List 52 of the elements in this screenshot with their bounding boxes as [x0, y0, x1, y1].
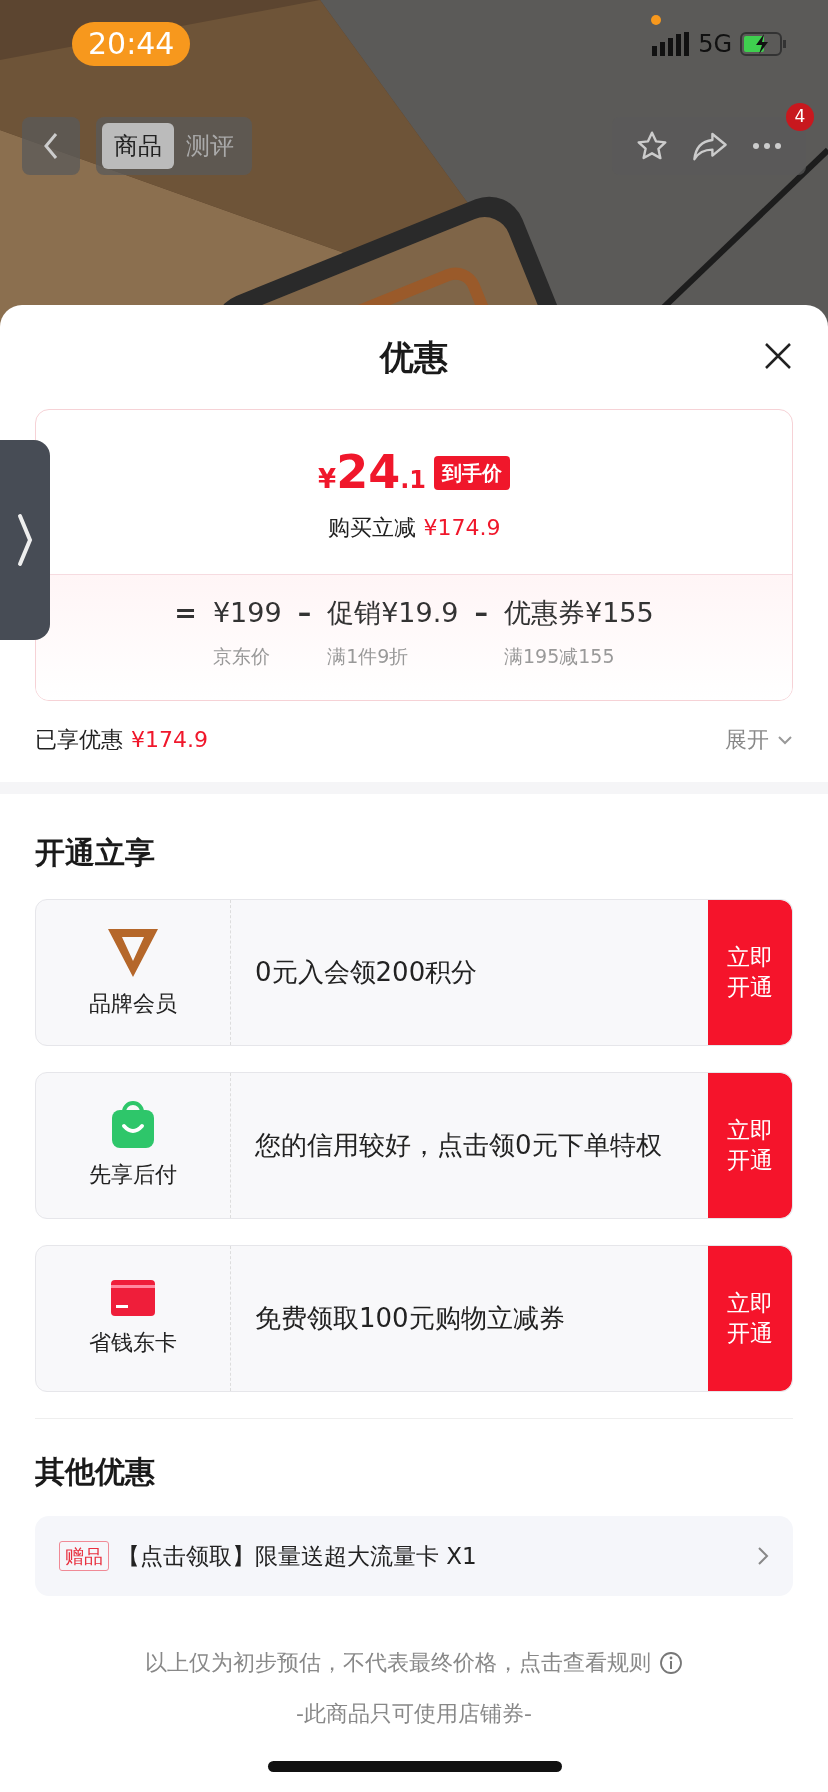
enjoyed-label: 已享优惠: [35, 726, 123, 754]
savings-label: 购买立减: [327, 514, 416, 542]
expand-button[interactable]: 展开: [725, 723, 793, 756]
offer-text: 【点击领取】限量送超大流量卡 X1: [117, 1541, 478, 1571]
status-time: 20:44: [72, 22, 191, 66]
chevron-down-icon: [777, 734, 793, 745]
benefit-name: 先享后付: [89, 1161, 177, 1189]
tab[interactable]: 测评: [174, 123, 246, 169]
gift-tag: 赠品: [59, 1540, 109, 1572]
offer-row[interactable]: 赠品 【点击领取】限量送超大流量卡 X1: [35, 1516, 793, 1596]
disclaimer-text: 以上仅为初步预估，不代表最终价格，点击查看规则: [145, 1649, 651, 1677]
star-icon[interactable]: [636, 130, 668, 162]
savings-amount: ¥174.9: [423, 514, 501, 542]
price-note: 满1件9折: [327, 643, 410, 669]
benefit-description: 免费领取100元购物立减券: [254, 1301, 566, 1335]
info-icon[interactable]: [659, 1650, 683, 1675]
tab[interactable]: 商品: [102, 123, 174, 169]
close-button[interactable]: [763, 341, 793, 371]
section-title: 开通立享: [35, 835, 155, 870]
more-icon[interactable]: [752, 142, 782, 150]
price-component: 促销¥19.9: [327, 596, 459, 630]
operator-sign: =: [174, 596, 197, 630]
price-note: 京东价: [212, 643, 271, 669]
enjoyed-amount: ¥174.9: [131, 726, 208, 754]
operator-sign: –: [297, 596, 312, 630]
section-title: 其他优惠: [35, 1454, 155, 1489]
shopping-bag-icon: [110, 1100, 156, 1150]
price-tag: 到手价: [433, 455, 510, 490]
benefit-name: 省钱东卡: [89, 1329, 177, 1357]
price-note: 满195减155: [503, 643, 616, 669]
activate-button[interactable]: 立即开通: [708, 1246, 792, 1391]
back-icon: [43, 132, 59, 160]
signal-icon: [652, 32, 691, 56]
side-tab[interactable]: [0, 440, 50, 640]
benefit-name: 品牌会员: [89, 990, 177, 1018]
chevron-right-icon: [16, 512, 34, 568]
chevron-right-icon: [757, 1546, 769, 1566]
final-price: ¥24.1: [318, 444, 426, 501]
operator-sign: –: [474, 596, 488, 630]
benefit-description: 0元入会领200积分: [254, 955, 479, 989]
price-component: ¥199: [212, 596, 282, 630]
network-type: 5G: [698, 29, 732, 60]
price-component: 优惠券¥155: [503, 596, 654, 630]
activate-button[interactable]: 立即开通: [708, 1073, 792, 1218]
back-button[interactable]: [22, 117, 80, 175]
share-icon[interactable]: [692, 131, 728, 161]
card-icon: [110, 1278, 156, 1318]
activate-button[interactable]: 立即开通: [708, 900, 792, 1045]
benefit-description: 您的信用较好，点击领0元下单特权: [254, 1128, 663, 1162]
sheet-title: 优惠: [380, 335, 448, 379]
battery-icon: [740, 32, 788, 56]
coupon-rule-text: -此商品只可使用店铺券-: [296, 1700, 532, 1728]
